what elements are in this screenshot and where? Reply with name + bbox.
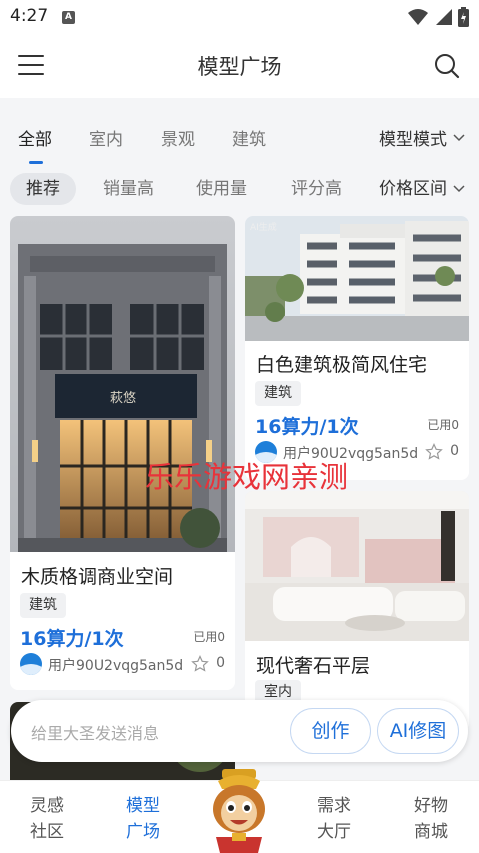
nav-label-line2: 社区: [30, 822, 64, 842]
model-image: AI生成: [245, 216, 469, 341]
watermark-text: 乐乐游戏网亲测: [145, 460, 349, 494]
chat-input-bar: 给里大圣发送消息 创作 AI修图: [11, 700, 468, 762]
model-image: 萩悠: [10, 216, 235, 552]
tab-interior[interactable]: 室内: [89, 125, 123, 150]
ai-generated-badge: AI生成: [250, 223, 277, 233]
sort-sales[interactable]: 销量高: [103, 173, 154, 205]
price-range-label: 价格区间: [379, 179, 447, 199]
signal-icon: [436, 9, 452, 25]
nav-label-line2: 商城: [414, 822, 448, 842]
usage-count: 已用0: [193, 630, 225, 644]
battery-icon: [458, 7, 469, 27]
nav-label-line2: 广场: [126, 822, 160, 842]
model-card[interactable]: 萩悠 木质格调商业空间 建筑 16算力/1次 已用0 用户90U2vqg5an5…: [10, 216, 235, 690]
user-name: 用户90U2vqg5an5d: [48, 658, 184, 674]
nav-goods-mall[interactable]: 好物 商城: [401, 793, 461, 845]
model-card[interactable]: 现代奢石平层 室内: [245, 491, 469, 731]
model-tag: 建筑: [20, 593, 66, 618]
star-count: 0: [450, 443, 459, 459]
store-sign: 萩悠: [110, 391, 136, 406]
ai-edit-button[interactable]: AI修图: [377, 708, 459, 754]
nav-label-line1: 好物: [414, 796, 448, 816]
nav-label-line1: 需求: [317, 796, 351, 816]
category-tabs: 全部 室内 景观 建筑 模型模式: [0, 98, 479, 164]
sort-rating[interactable]: 评分高: [291, 173, 342, 205]
nav-label-line1: 灵感: [30, 796, 64, 816]
model-name: 现代奢石平层: [256, 655, 371, 677]
nav-label-line1: 模型: [126, 796, 160, 816]
model-name: 木质格调商业空间: [21, 566, 174, 588]
tab-landscape[interactable]: 景观: [161, 125, 195, 150]
mode-select[interactable]: 模型模式: [379, 125, 465, 150]
sort-usage[interactable]: 使用量: [196, 173, 247, 205]
model-price: 16算力/1次: [20, 628, 124, 650]
tab-all[interactable]: 全部: [18, 125, 52, 150]
create-button[interactable]: 创作: [290, 708, 371, 754]
star-icon[interactable]: [425, 443, 443, 461]
model-image: [245, 491, 469, 641]
nav-label-line2: 大厅: [317, 822, 351, 842]
chevron-down-icon: [453, 185, 465, 193]
sort-tabs: 推荐 销量高 使用量 评分高 价格区间: [0, 170, 479, 210]
nav-demand-hall[interactable]: 需求 大厅: [304, 793, 364, 845]
wifi-icon: [408, 9, 428, 25]
avatar: [20, 653, 42, 675]
price-range-select[interactable]: 价格区间: [379, 173, 465, 205]
search-icon[interactable]: [433, 52, 461, 80]
bottom-navigation: 灵感 社区 模型 广场 需求 大厅 好物 商城: [0, 769, 479, 853]
usage-count: 已用0: [427, 418, 459, 432]
model-tag: 建筑: [255, 381, 301, 406]
model-price: 16算力/1次: [255, 416, 359, 438]
system-icons: [408, 7, 469, 27]
nav-model-square[interactable]: 模型 广场: [113, 793, 173, 845]
chat-input[interactable]: 给里大圣发送消息: [31, 720, 159, 744]
a-icon: A: [62, 11, 75, 24]
content-area: 全部 室内 景观 建筑 模型模式 推荐 销量高 使用量 评分高 价格区间 萩悠 …: [0, 98, 479, 792]
chevron-down-icon: [453, 133, 465, 141]
star-count: 0: [216, 655, 225, 671]
status-bar: 4:27 A: [0, 0, 479, 34]
monkey-king-avatar-icon[interactable]: [196, 767, 282, 853]
star-icon[interactable]: [191, 655, 209, 673]
model-name: 白色建筑极简风住宅: [256, 354, 428, 376]
mode-select-label: 模型模式: [379, 130, 447, 150]
page-title: 模型广场: [197, 55, 282, 79]
tab-architecture[interactable]: 建筑: [232, 125, 266, 150]
status-time: 4:27: [10, 6, 49, 26]
active-tab-indicator: [29, 161, 43, 164]
app-header: 模型广场: [0, 34, 479, 98]
nav-inspiration-community[interactable]: 灵感 社区: [17, 793, 77, 845]
model-card[interactable]: AI生成 白色建筑极简风住宅 建筑 16算力/1次 已用0 用户90U2vqg5…: [245, 216, 469, 480]
sort-recommend[interactable]: 推荐: [10, 173, 76, 205]
